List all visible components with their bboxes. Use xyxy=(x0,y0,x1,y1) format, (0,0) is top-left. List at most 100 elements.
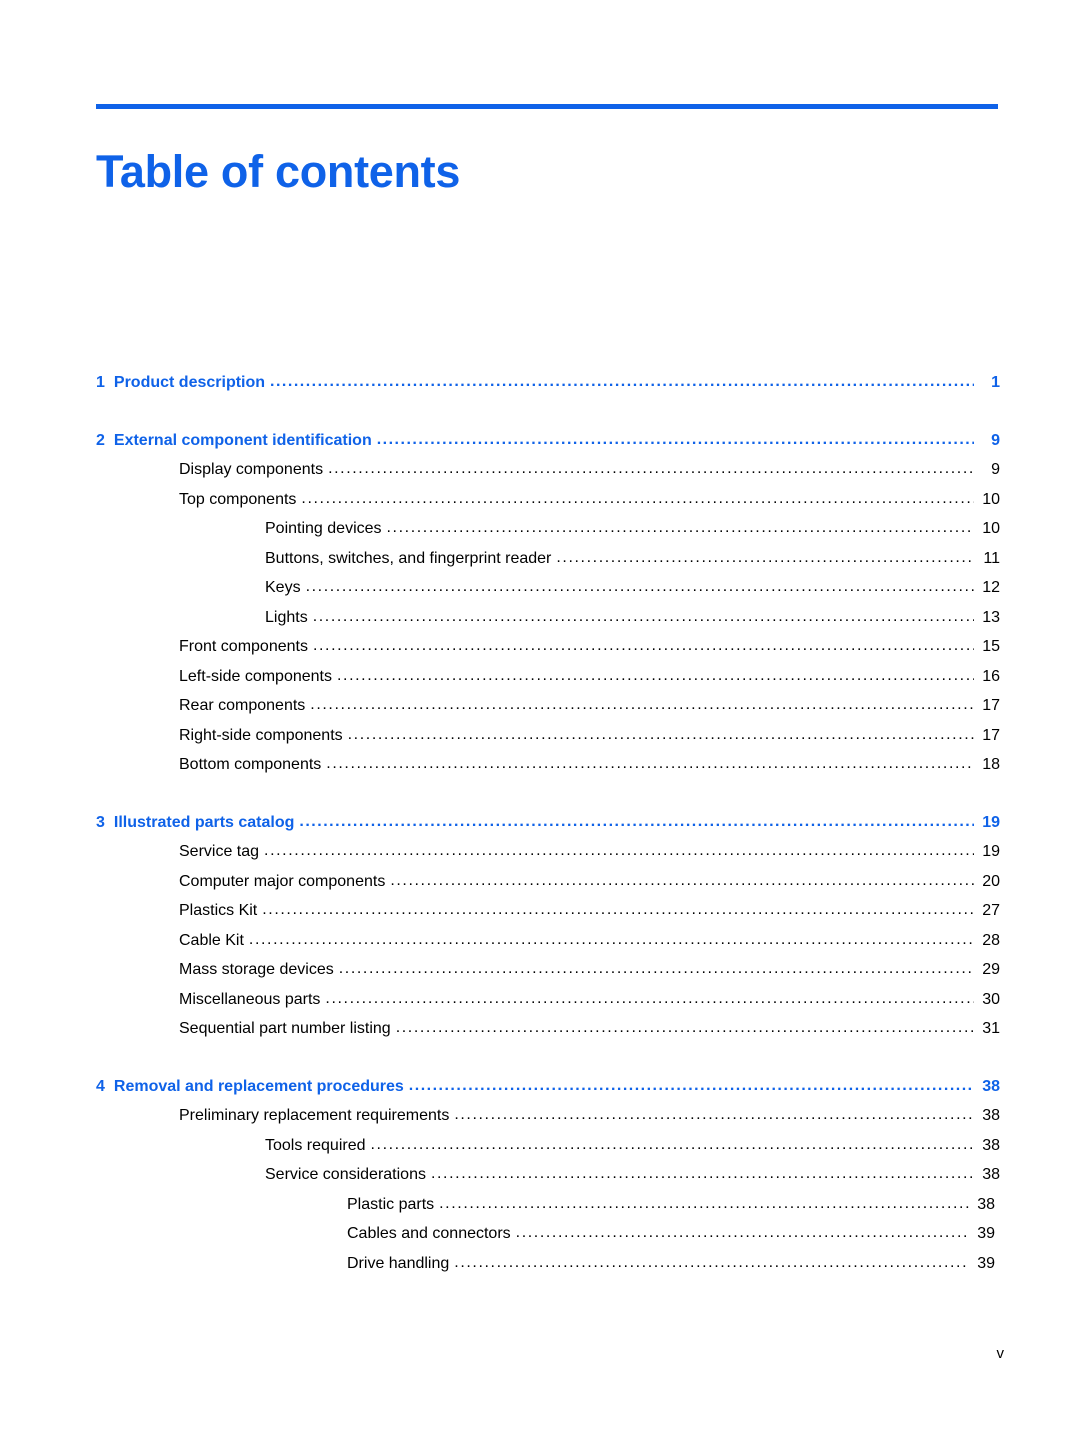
toc-page-number: 19 xyxy=(982,813,1000,831)
toc-leader-dots: ........................................… xyxy=(262,901,974,918)
toc-page-number: 28 xyxy=(982,931,1000,949)
toc-entry-row[interactable]: Front components........................… xyxy=(0,632,1080,662)
toc-entry-label: Drive handling xyxy=(347,1254,450,1272)
toc-page-number: 15 xyxy=(982,638,1000,655)
toc-chapter-row[interactable]: 2 External component identification......… xyxy=(0,426,1080,456)
toc-leader-dots: ........................................… xyxy=(310,696,974,713)
toc-entry-row[interactable]: Plastic parts...........................… xyxy=(0,1190,1080,1220)
toc-leader-dots: ........................................… xyxy=(390,871,974,889)
toc-entry-row[interactable]: Bottom components.......................… xyxy=(0,750,1080,780)
toc-page-number: 17 xyxy=(982,697,1000,714)
toc-entry-label: Illustrated parts catalog xyxy=(113,813,295,831)
toc-entry-row[interactable]: Plastics Kit............................… xyxy=(0,896,1080,926)
toc-page-number: 38 xyxy=(982,1077,1000,1095)
toc-leader-dots: ........................................… xyxy=(305,578,974,595)
toc-entry-label: Left-side components xyxy=(179,667,332,685)
toc-leader-dots: ........................................… xyxy=(299,812,974,830)
toc-entry-row[interactable]: Mass storage devices....................… xyxy=(0,955,1080,985)
toc-entry-label: Plastics Kit xyxy=(179,902,258,919)
toc-page-number: 9 xyxy=(991,461,1000,478)
toc-entry-row[interactable]: Top components..........................… xyxy=(0,485,1080,515)
toc-entry-row[interactable]: Computer major components...............… xyxy=(0,867,1080,897)
toc-entry-label: Miscellaneous parts xyxy=(179,990,321,1008)
toc-leader-dots: ........................................… xyxy=(301,489,974,507)
toc-page-number: 17 xyxy=(982,726,1000,744)
toc-page-number: 38 xyxy=(977,1195,995,1213)
toc-leader-dots: ........................................… xyxy=(386,519,974,536)
toc-entry-row[interactable]: Service tag.............................… xyxy=(0,837,1080,867)
toc-entry-label: Keys xyxy=(265,579,301,596)
toc-leader-dots: ........................................… xyxy=(439,1194,969,1212)
toc-page-number: 38 xyxy=(982,1107,1000,1124)
toc-page-number: 39 xyxy=(977,1254,995,1272)
toc-entry-label: External component identification xyxy=(113,431,372,449)
toc-page-number: 19 xyxy=(982,843,1000,860)
footer-page-number: v xyxy=(996,1345,1005,1362)
toc-entry-row[interactable]: Miscellaneous parts.....................… xyxy=(0,985,1080,1015)
toc-leader-dots: ........................................… xyxy=(515,1224,969,1241)
toc-entry-label: Right-side components xyxy=(179,726,343,744)
toc-page-number: 10 xyxy=(982,490,1000,508)
toc-chapter-number: 2 xyxy=(96,431,105,449)
toc-chapter-row[interactable]: 3 Illustrated parts catalog..............… xyxy=(0,808,1080,838)
toc-entry-row[interactable]: Lights..................................… xyxy=(0,603,1080,633)
toc-page-number: 16 xyxy=(982,667,1000,685)
toc-entry-label: Computer major components xyxy=(179,872,386,890)
toc-entry-row[interactable]: Pointing devices........................… xyxy=(0,514,1080,544)
toc-page-number: 20 xyxy=(982,872,1000,890)
toc-entry-label: Tools required xyxy=(265,1136,366,1154)
toc-entry-row[interactable]: Display components......................… xyxy=(0,455,1080,485)
toc-page-number: 29 xyxy=(982,961,1000,978)
toc-chapter-row[interactable]: 4 Removal and replacement procedures.....… xyxy=(0,1072,1080,1102)
toc-leader-dots: ........................................… xyxy=(395,1019,974,1036)
toc-leader-dots: ........................................… xyxy=(312,637,974,654)
toc-page-number: 38 xyxy=(982,1166,1000,1183)
toc-entry-label: Sequential part number listing xyxy=(179,1020,391,1037)
toc-entry-label: Plastic parts xyxy=(347,1195,435,1213)
toc-entry-label: Mass storage devices xyxy=(179,961,334,978)
toc-entry-label: Rear components xyxy=(179,697,306,714)
toc-chapter-number: 1 xyxy=(96,374,105,391)
toc-entry-row[interactable]: Buttons, switches, and fingerprint reade… xyxy=(0,544,1080,574)
toc-entry-label: Removal and replacement procedures xyxy=(113,1077,404,1095)
toc-leader-dots: ........................................… xyxy=(325,989,974,1007)
toc-entry-row[interactable]: Rear components.........................… xyxy=(0,691,1080,721)
toc-entry-label: Service tag xyxy=(179,843,260,860)
toc-page-number: 30 xyxy=(982,990,1000,1008)
toc-entry-row[interactable]: Left-side components....................… xyxy=(0,662,1080,692)
toc-entry-label: Top components xyxy=(179,490,297,508)
toc-entry-label: Product description xyxy=(113,374,266,391)
toc-leader-dots: ........................................… xyxy=(312,607,974,625)
toc-leader-dots: ........................................… xyxy=(556,548,974,566)
toc-leader-dots: ........................................… xyxy=(326,755,974,772)
toc-entry-row[interactable]: Drive handling..........................… xyxy=(0,1249,1080,1279)
toc-page-number: 39 xyxy=(977,1225,995,1242)
toc-entry-row[interactable]: Service considerations..................… xyxy=(0,1160,1080,1190)
toc-entry-label: Buttons, switches, and fingerprint reade… xyxy=(265,549,552,567)
toc-page-number: 12 xyxy=(982,579,1000,596)
toc-leader-dots: ........................................… xyxy=(370,1135,975,1153)
toc-entry-row[interactable]: Right-side components...................… xyxy=(0,721,1080,751)
toc-leader-dots: ........................................… xyxy=(248,930,974,948)
toc-page-number: 9 xyxy=(991,431,1000,449)
toc-leader-dots: ........................................… xyxy=(347,725,974,743)
toc-entry-row[interactable]: Tools required..........................… xyxy=(0,1131,1080,1161)
toc-entry-label: Display components xyxy=(179,461,324,478)
toc-entry-row[interactable]: Keys....................................… xyxy=(0,573,1080,603)
toc-entry-label: Preliminary replacement requirements xyxy=(179,1107,450,1124)
toc-entry-label: Service considerations xyxy=(265,1166,426,1183)
toc-chapter-number: 3 xyxy=(96,813,105,831)
toc-leader-dots: ........................................… xyxy=(264,842,974,859)
toc-leader-dots: ........................................… xyxy=(430,1165,974,1182)
toc-leader-dots: ........................................… xyxy=(454,1253,969,1271)
toc-leader-dots: ........................................… xyxy=(454,1106,974,1123)
toc-entry-row[interactable]: Cables and connectors...................… xyxy=(0,1219,1080,1249)
toc-chapter-row[interactable]: 1 Product description....................… xyxy=(0,368,1080,398)
toc-entry-row[interactable]: Cable Kit...............................… xyxy=(0,926,1080,956)
toc-entry-label: Cable Kit xyxy=(179,931,244,949)
toc-page-number: 1 xyxy=(991,374,1000,391)
toc-entry-row[interactable]: Preliminary replacement requirements....… xyxy=(0,1101,1080,1131)
toc-entry-row[interactable]: Sequential part number listing..........… xyxy=(0,1014,1080,1044)
toc-leader-dots: ........................................… xyxy=(408,1076,974,1094)
toc-page-number: 13 xyxy=(982,608,1000,626)
